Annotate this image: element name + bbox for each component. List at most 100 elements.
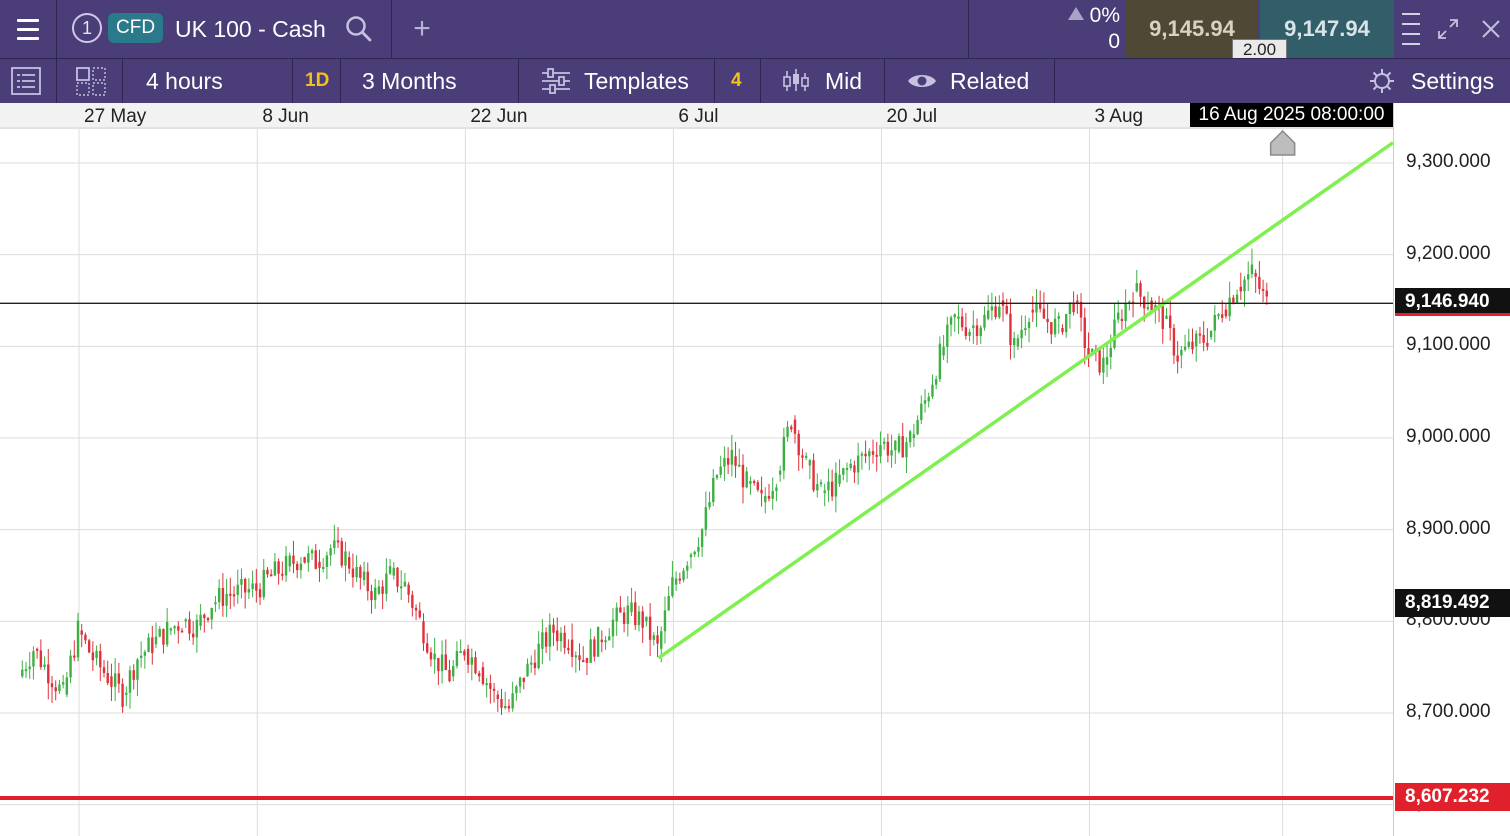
candle-body [526, 663, 529, 677]
candle-body [897, 436, 901, 452]
eye-icon [908, 75, 936, 87]
candle-body [169, 628, 173, 631]
settings-button[interactable]: Settings [1368, 59, 1494, 103]
candle-body [760, 489, 763, 494]
candle-body [217, 587, 221, 603]
candle-body [942, 346, 945, 356]
candle-body [593, 639, 596, 657]
candle-body [1024, 328, 1027, 331]
crosshair-date-label: 16 Aug 2025 08:00:00 [1190, 103, 1393, 127]
period-badge[interactable]: 1D [305, 59, 329, 103]
templates-button[interactable]: Templates [540, 59, 689, 103]
candle-body [689, 554, 693, 558]
candle-body [764, 496, 767, 503]
candle-body [466, 648, 470, 665]
candle-body [121, 683, 124, 707]
candle-body [986, 310, 990, 319]
layers-button[interactable] [10, 59, 42, 103]
add-tab-button[interactable]: + [408, 0, 436, 58]
range-selector[interactable]: 3 Months [362, 59, 457, 103]
candle-body [1020, 329, 1023, 339]
candle-body [489, 683, 492, 689]
candle-body [151, 637, 154, 654]
candle-body [726, 458, 730, 465]
candle-body [1135, 283, 1138, 292]
candle-body [827, 481, 830, 491]
candle-body [374, 587, 377, 601]
candle-body [362, 571, 366, 581]
settings-label: Settings [1411, 67, 1495, 94]
candle-body [377, 586, 381, 594]
price-tick-label: 9,200.000 [1406, 242, 1491, 264]
candle-body [400, 586, 403, 589]
candle-body [388, 566, 392, 574]
candle-body [823, 490, 826, 493]
candle-body [1183, 346, 1187, 350]
candle-body [1102, 357, 1105, 373]
close-button[interactable] [1476, 0, 1506, 58]
candle-body [912, 434, 916, 438]
candle-body [1031, 309, 1034, 313]
candle-body [433, 653, 436, 660]
candle-body [1228, 297, 1231, 317]
candle-body [500, 699, 503, 708]
candle-body [143, 651, 147, 656]
support-price-tag: 8,607.232 [1395, 783, 1510, 812]
price-chart[interactable]: 27 May 8 Jun 22 Jun 6 Jul 20 Jul 3 Aug 16 Aug… [0, 103, 1510, 836]
candle-body [492, 688, 496, 691]
instrument-name[interactable]: UK 100 - Cash [175, 0, 326, 58]
candle-body [478, 673, 481, 677]
candle-body [812, 460, 815, 491]
candle-body [73, 655, 76, 658]
candle-body [1172, 328, 1176, 356]
quick-menu-handle[interactable] [1398, 0, 1424, 58]
candle-body [1191, 341, 1194, 350]
candle-body [782, 436, 786, 471]
candle-body [162, 628, 165, 645]
candle-body [949, 317, 953, 325]
price-change: 0% 0 [1040, 0, 1120, 58]
interval-selector[interactable]: 4 hours [146, 59, 223, 103]
candle-body [418, 610, 421, 618]
candle-body [258, 589, 262, 598]
candle-body [611, 619, 615, 637]
candle-body [801, 455, 804, 458]
price-type-button[interactable]: Mid [782, 59, 862, 103]
chart-toolbar: 4 hours 1D 3 Months Templates 4 Mid Rela… [0, 58, 1510, 103]
candle-body [793, 419, 797, 434]
candle-body [775, 487, 778, 491]
indicator-count-badge[interactable]: 4 [731, 59, 742, 103]
candle-body [730, 449, 734, 465]
candle-body [255, 583, 258, 591]
candle-body [957, 316, 960, 319]
candle-body [719, 466, 722, 475]
candle-body [686, 565, 689, 571]
candle-body [712, 477, 715, 503]
candle-body [1139, 283, 1142, 297]
expand-button[interactable] [1432, 0, 1464, 58]
candle-body [816, 484, 819, 491]
candle-body [1064, 313, 1068, 333]
candle-body [934, 379, 938, 385]
candle-body [797, 433, 800, 456]
price-axis[interactable]: 9,300.000 9,200.000 9,100.000 9,000.000 8,90… [1393, 103, 1510, 836]
candle-body [589, 639, 592, 663]
candle-body [474, 657, 477, 674]
workspace-number[interactable]: 1 [72, 13, 102, 43]
candle-body [288, 555, 291, 567]
candle-body [715, 475, 719, 478]
chart-plot-area[interactable] [0, 103, 1393, 836]
candle-body [752, 481, 756, 484]
search-button[interactable] [344, 0, 374, 58]
layout-button[interactable] [74, 59, 108, 103]
candle-body [931, 384, 934, 397]
instrument-type-badge: CFD [108, 13, 164, 43]
related-button[interactable]: Related [906, 59, 1029, 103]
main-menu-button[interactable] [0, 0, 56, 58]
candle-body [1053, 318, 1057, 335]
candle-body [700, 529, 704, 547]
candle-body [1124, 303, 1127, 322]
related-label: Related [950, 67, 1030, 94]
candle-body [983, 314, 986, 328]
candle-body [173, 626, 176, 629]
